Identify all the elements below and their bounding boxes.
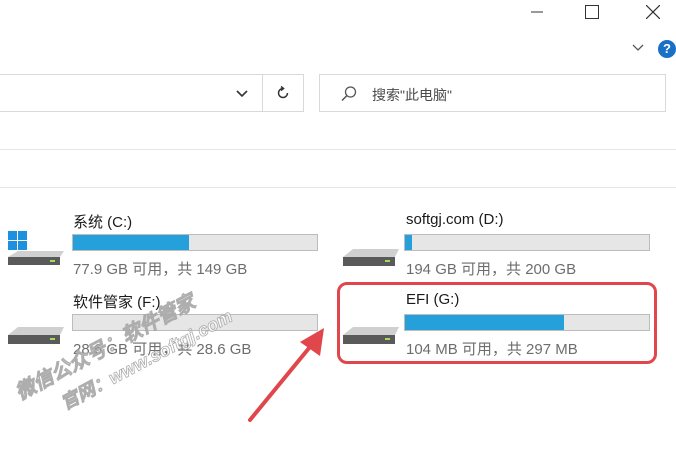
drive-name: softgj.com (D:) (406, 211, 504, 228)
drive-space-info: 28.6 GB 可用，共 28.6 GB (73, 341, 252, 358)
minimize-icon (531, 11, 543, 13)
refresh-button[interactable] (262, 74, 304, 112)
address-history-dropdown[interactable] (230, 84, 254, 104)
refresh-icon (277, 85, 289, 99)
drive-usage-bar (404, 234, 650, 251)
drive-name: 系统 (C:) (73, 214, 133, 231)
close-button[interactable] (630, 0, 676, 24)
divider (0, 149, 676, 150)
minimize-button[interactable] (514, 0, 560, 24)
search-icon (341, 86, 357, 102)
hard-drive-icon (8, 327, 64, 344)
windows-drive-icon (8, 231, 64, 265)
drive-space-info: 77.9 GB 可用，共 149 GB (73, 261, 248, 278)
close-icon (646, 5, 660, 19)
drive-usage-fill (73, 235, 189, 250)
maximize-icon (585, 5, 599, 19)
maximize-button[interactable] (569, 0, 615, 24)
help-icon: ? (663, 41, 671, 56)
ribbon-expand-button[interactable] (630, 40, 646, 56)
hard-drive-icon (343, 249, 399, 266)
drive-item-d[interactable]: softgj.com (D:) 194 GB 可用，共 200 GB (335, 205, 665, 278)
help-button[interactable]: ? (658, 40, 676, 58)
search-input[interactable]: 搜索"此电脑" (319, 74, 666, 112)
drive-usage-bar (72, 234, 318, 251)
drive-name: 软件管家 (F:) (73, 294, 161, 311)
address-bar[interactable] (0, 74, 262, 112)
chevron-down-icon (632, 44, 644, 51)
drive-space-info: 194 GB 可用，共 200 GB (406, 261, 577, 278)
divider (0, 187, 676, 188)
drive-item-c[interactable]: 系统 (C:) 77.9 GB 可用，共 149 GB (0, 205, 330, 278)
chevron-down-icon (236, 90, 248, 98)
drive-usage-fill (405, 235, 413, 250)
search-placeholder: 搜索"此电脑" (372, 87, 452, 103)
highlight-box (337, 282, 657, 364)
annotation-arrow-icon (248, 328, 324, 422)
